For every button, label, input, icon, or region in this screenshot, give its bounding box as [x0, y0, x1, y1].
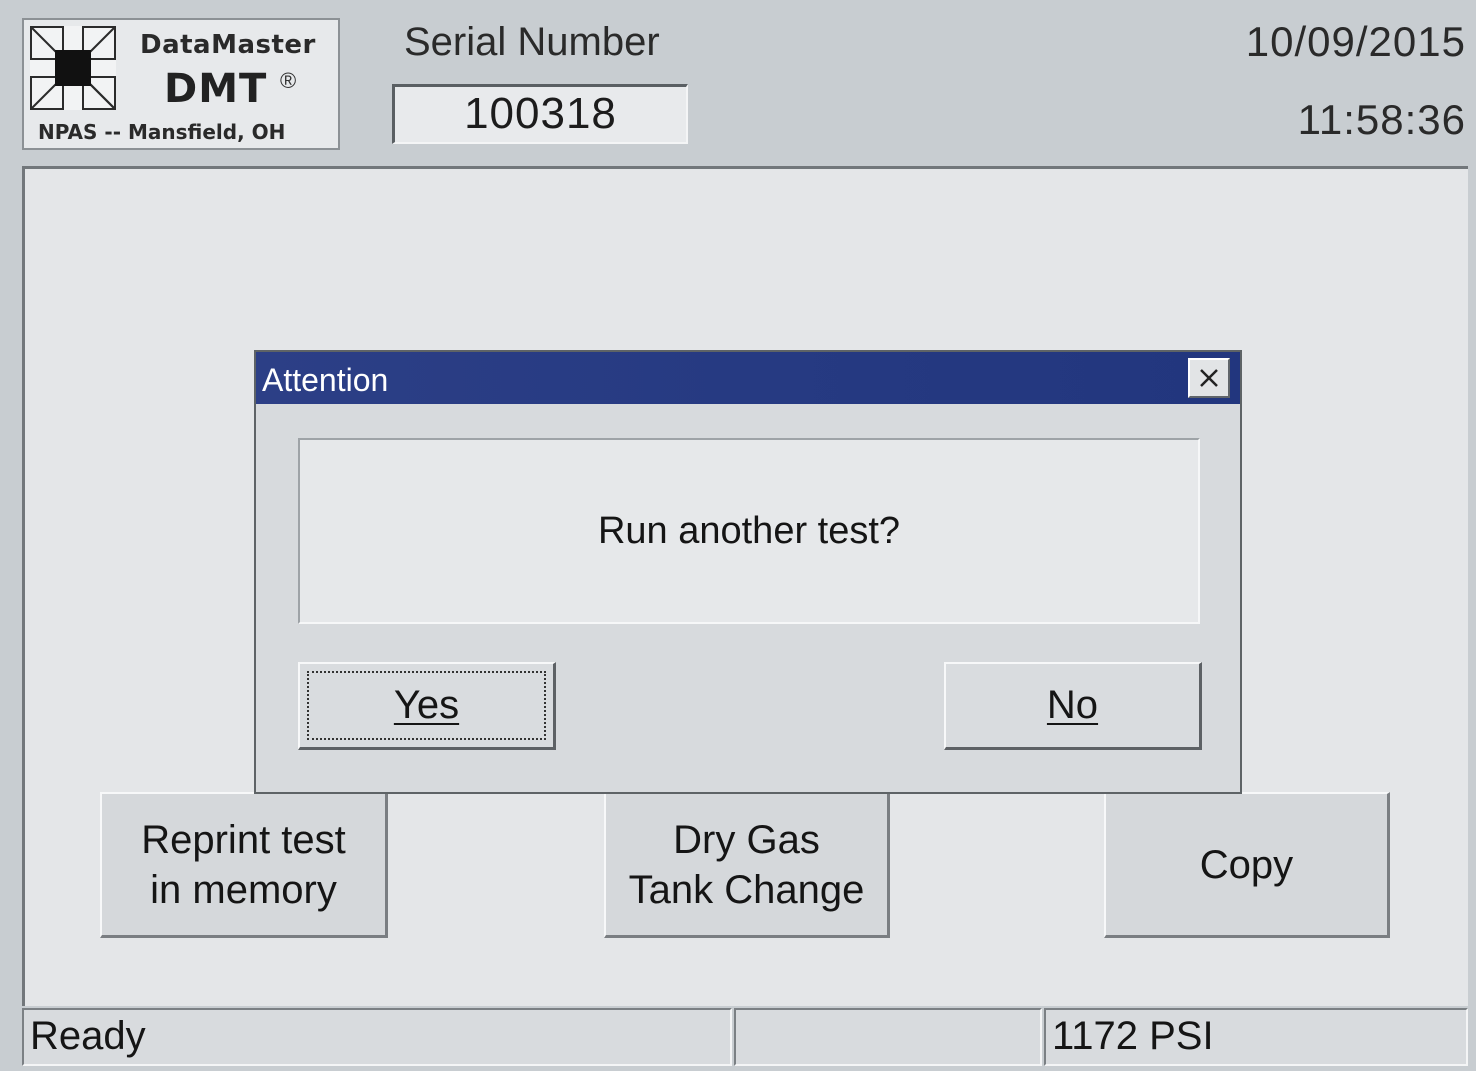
yes-button[interactable]: Yes [298, 662, 556, 750]
status-bar: Ready 1172 PSI [22, 1008, 1468, 1066]
dialog-title: Attention [262, 362, 389, 398]
logo-brand: DataMaster [140, 30, 316, 60]
logo-product: DMT [164, 66, 268, 112]
dialog-message-box: Run another test? [298, 438, 1200, 624]
dry-gas-tank-change-button[interactable]: Dry Gas Tank Change [604, 792, 890, 938]
copy-button[interactable]: Copy [1104, 792, 1390, 938]
attention-dialog: Attention Run another test? Yes No [254, 350, 1242, 794]
registered-mark: ® [280, 68, 297, 93]
logo: DataMaster DMT ® NPAS -- Mansfield, OH [22, 18, 340, 150]
dialog-message: Run another test? [597, 509, 901, 552]
reprint-test-button[interactable]: Reprint test in memory [100, 792, 388, 938]
datamaster-logo-icon [30, 26, 116, 110]
status-text: Ready [22, 1008, 732, 1066]
dialog-close-button[interactable] [1188, 358, 1230, 398]
time-display: 11:58:36 [1297, 96, 1466, 143]
no-button[interactable]: No [944, 662, 1202, 750]
focus-ring [307, 671, 546, 740]
logo-location: NPAS -- Mansfield, OH [38, 120, 286, 144]
close-icon [1200, 369, 1218, 387]
dialog-titlebar: Attention [256, 352, 1240, 404]
pressure-readout: 1172 PSI [1044, 1008, 1468, 1066]
status-middle [734, 1008, 1042, 1066]
date-display: 10/09/2015 [1245, 18, 1466, 65]
serial-number-label: Serial Number [404, 20, 660, 64]
no-button-label: No [1046, 683, 1099, 727]
serial-number-field: 100318 [392, 84, 688, 144]
